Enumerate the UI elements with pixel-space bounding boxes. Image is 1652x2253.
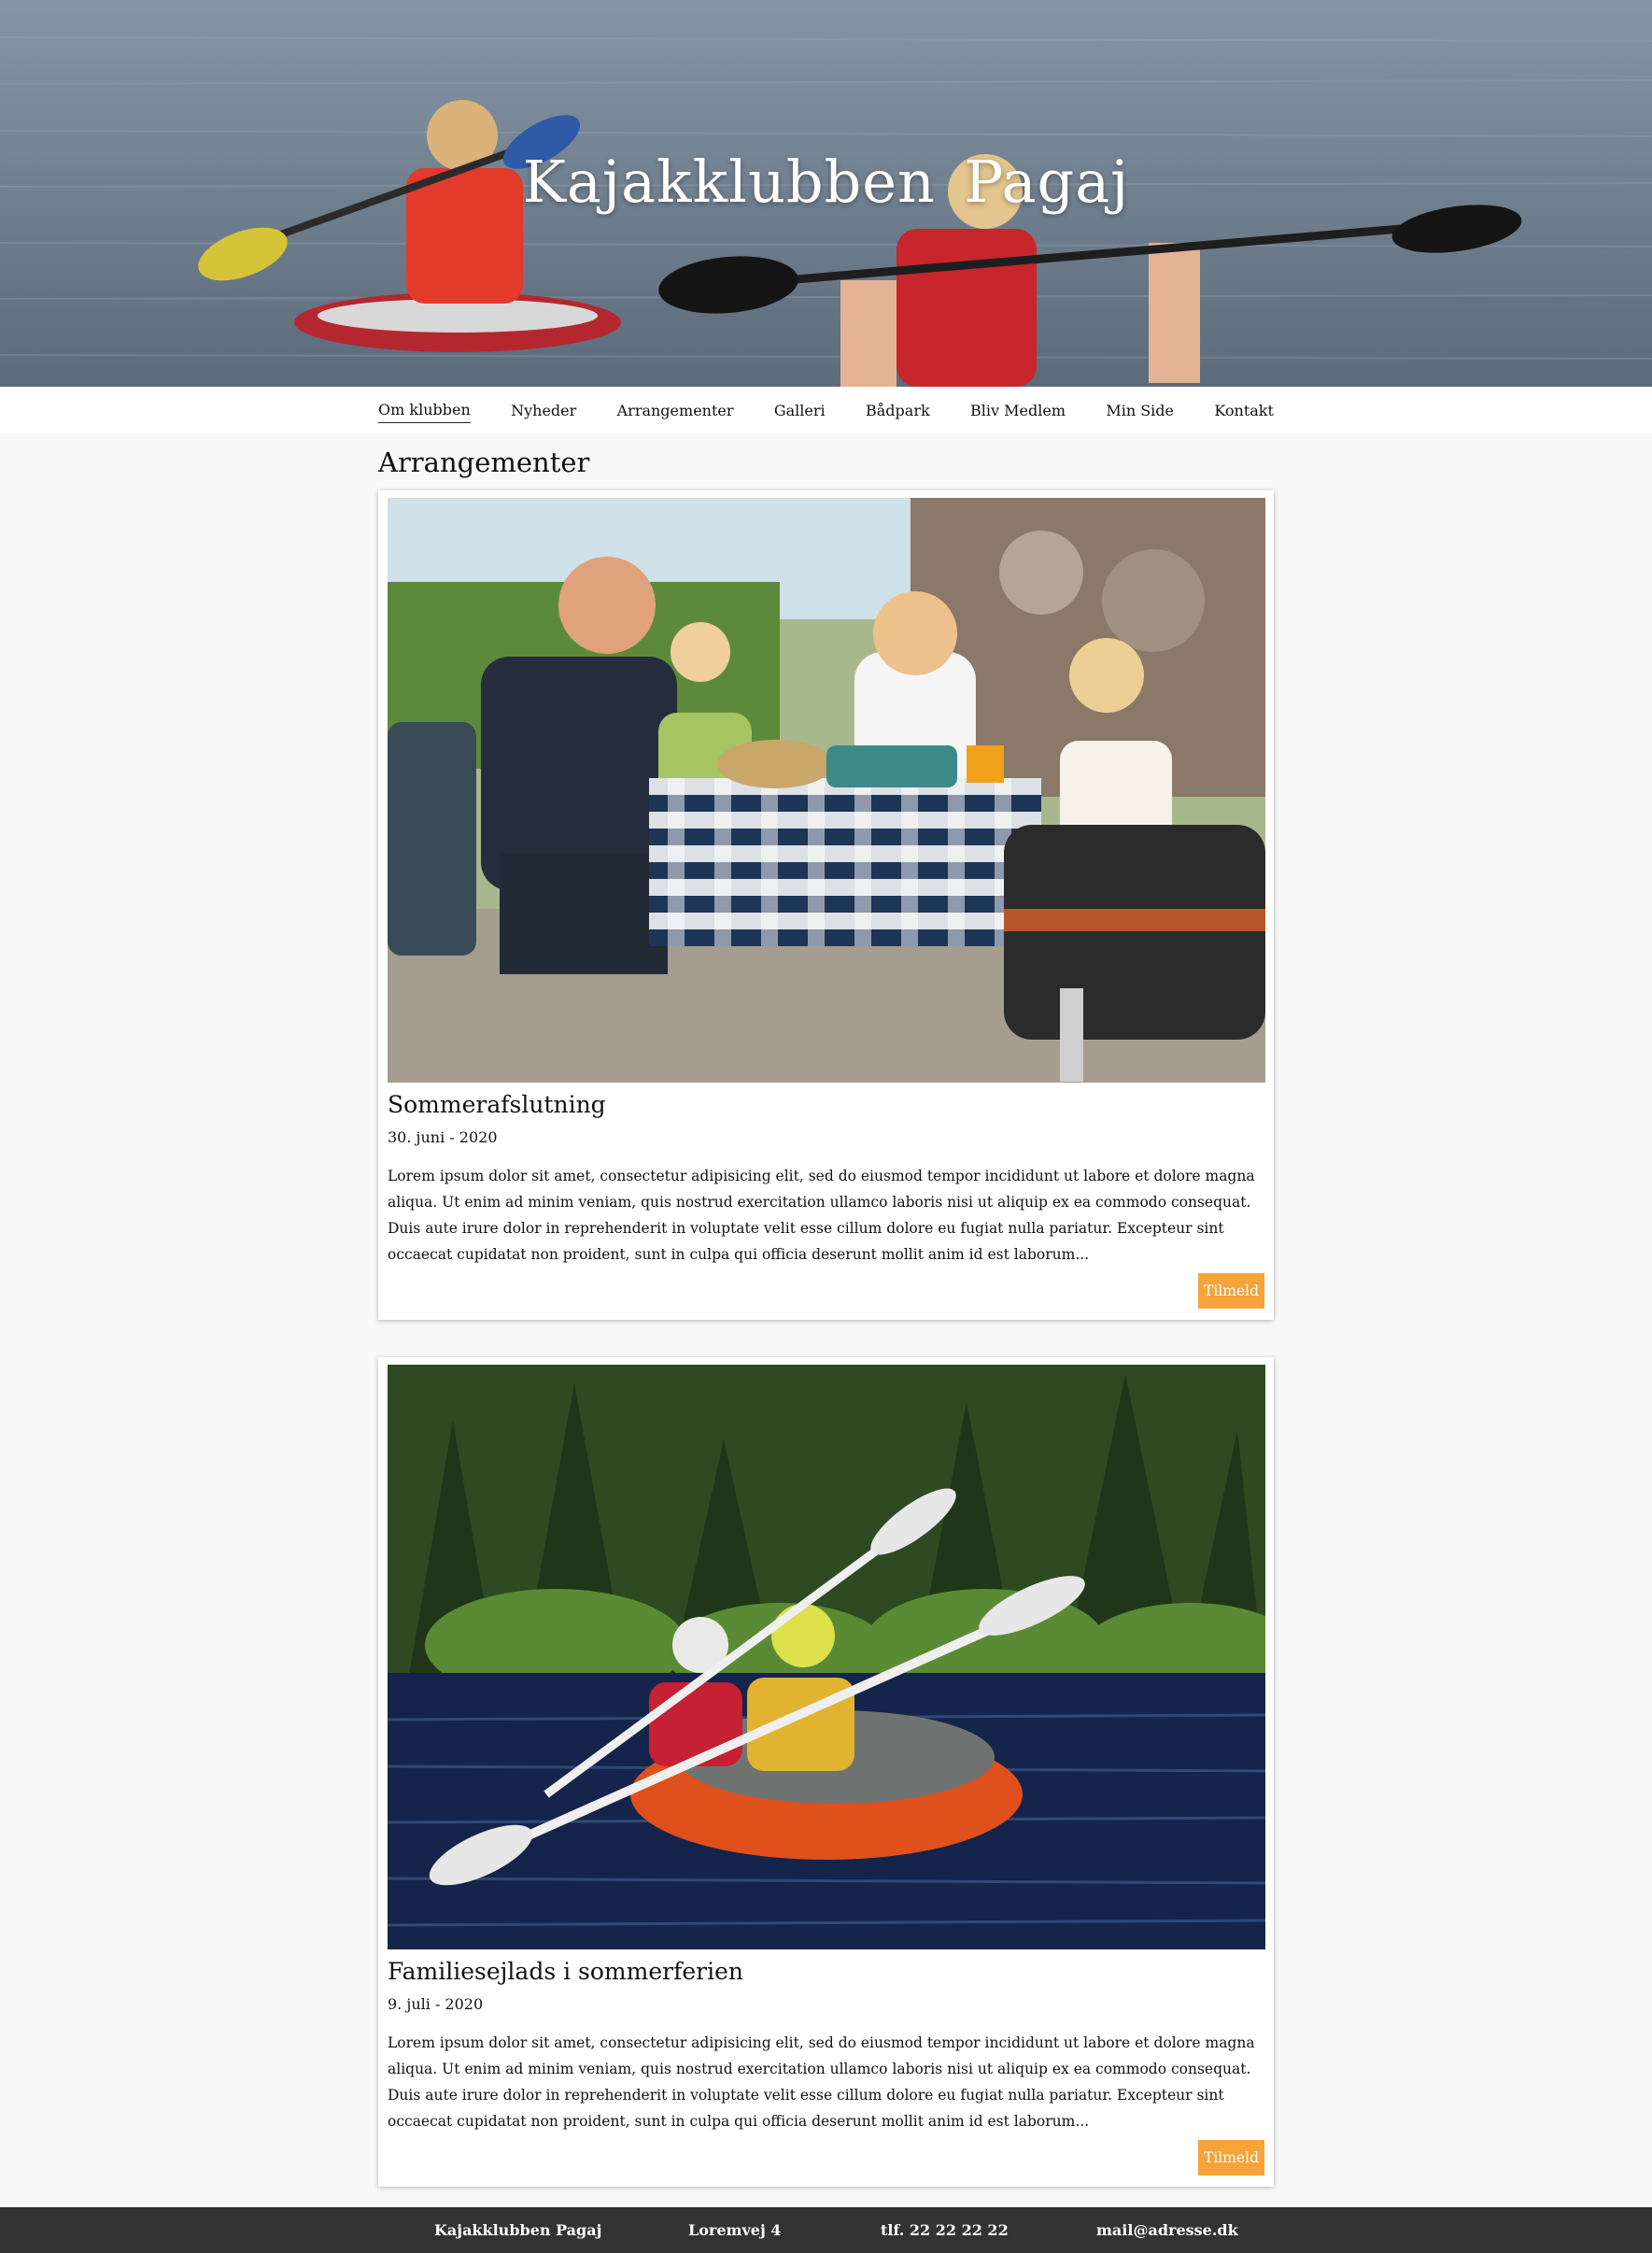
footer-email[interactable]: mail@adresse.dk [1096, 2207, 1238, 2253]
event-date: 9. juli - 2020 [388, 1995, 484, 2013]
nav-item-arrangementer[interactable]: Arrangementer [617, 398, 734, 423]
signup-button[interactable]: Tilmeld [1197, 2140, 1264, 2175]
event-title: Sommerafslutning [388, 1091, 606, 1118]
nav-item-nyheder[interactable]: Nyheder [511, 398, 576, 423]
picnic-photo [388, 498, 1265, 1083]
signup-button[interactable]: Tilmeld [1197, 1273, 1264, 1309]
site-title: Kajakklubben Pagaj [522, 148, 1130, 216]
site-footer: Kajakklubben Pagaj Loremvej 4 tlf. 22 22… [0, 2207, 1652, 2253]
footer-phone[interactable]: tlf. 22 22 22 22 [881, 2207, 1009, 2253]
footer-address: Loremvej 4 [688, 2221, 782, 2239]
event-card: Familiesejlads i sommerferien 9. juli - … [378, 1357, 1274, 2187]
nav-item-min-side[interactable]: Min Side [1106, 398, 1174, 423]
nav-item-galleri[interactable]: Galleri [774, 398, 826, 423]
event-photo [388, 498, 1265, 1083]
event-description: Lorem ipsum dolor sit amet, consectetur … [388, 2034, 1255, 2130]
nav-items: Om klubben Nyheder Arrangementer Galleri… [378, 387, 1274, 433]
event-date: 30. juni - 2020 [388, 1128, 498, 1146]
main-navigation: Om klubben Nyheder Arrangementer Galleri… [0, 387, 1652, 433]
nav-item-kontakt[interactable]: Kontakt [1214, 398, 1274, 423]
nav-item-badpark[interactable]: Bådpark [866, 398, 930, 423]
nav-item-bliv-medlem[interactable]: Bliv Medlem [970, 398, 1066, 423]
hero-banner: Kajakklubben Pagaj [0, 0, 1652, 387]
rafting-photo [388, 1365, 1265, 1949]
footer-club-name: Kajakklubben Pagaj [434, 2221, 602, 2239]
page-title: Arrangementer [378, 446, 590, 478]
event-photo [388, 1365, 1265, 1949]
event-description: Lorem ipsum dolor sit amet, consectetur … [388, 1168, 1255, 1263]
nav-item-om-klubben[interactable]: Om klubben [378, 397, 471, 423]
event-card: Sommerafslutning 30. juni - 2020 Lorem i… [378, 490, 1274, 1320]
event-title: Familiesejlads i sommerferien [388, 1958, 743, 1985]
